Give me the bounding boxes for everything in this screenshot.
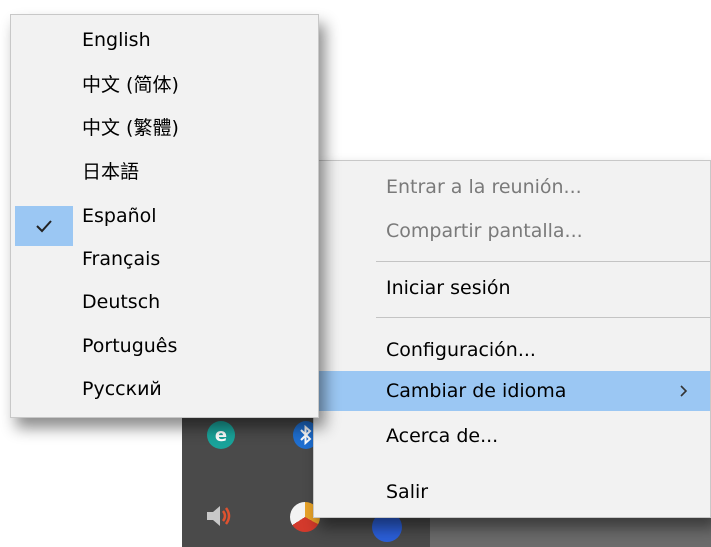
language-label: Français xyxy=(82,248,161,270)
speaker-glyph xyxy=(207,506,231,526)
exit-label: Salir xyxy=(386,481,429,503)
bluetooth-glyph xyxy=(300,425,312,445)
sign-in-item[interactable]: Iniciar sesión xyxy=(314,268,710,308)
chevron-right-icon xyxy=(680,385,688,397)
join-meeting-item: Entrar a la reunión... xyxy=(314,167,710,207)
language-item-japanese[interactable]: 日本語 xyxy=(11,150,318,190)
context-menu: Entrar a la reunión... Compartir pantall… xyxy=(313,160,711,518)
settings-label: Configuración... xyxy=(386,339,536,361)
menu-separator xyxy=(376,261,710,262)
language-item-russian[interactable]: Русский xyxy=(11,369,318,409)
change-language-label: Cambiar de idioma xyxy=(386,380,567,402)
exit-item[interactable]: Salir xyxy=(314,472,710,512)
share-screen-item: Compartir pantalla... xyxy=(314,211,710,251)
language-item-french[interactable]: Français xyxy=(11,239,318,279)
language-label: 中文 (简体) xyxy=(82,73,179,96)
language-item-chinese-traditional[interactable]: 中文 (繁體) xyxy=(11,106,318,146)
language-item-spanish[interactable]: Español xyxy=(11,196,318,236)
language-label: Русский xyxy=(82,378,162,400)
share-screen-label: Compartir pantalla... xyxy=(386,220,583,242)
language-item-english[interactable]: English xyxy=(11,20,318,60)
eset-icon-letter: e xyxy=(214,424,228,446)
language-label: Deutsch xyxy=(82,291,161,313)
settings-item[interactable]: Configuración... xyxy=(314,330,710,370)
language-label: English xyxy=(82,29,151,51)
speaker-icon[interactable] xyxy=(203,500,235,532)
language-label: 中文 (繁體) xyxy=(82,116,179,139)
about-label: Acerca de... xyxy=(386,425,499,447)
language-label: Español xyxy=(82,205,157,227)
change-language-item[interactable]: Cambiar de idioma xyxy=(314,371,710,411)
eset-icon[interactable]: e xyxy=(207,421,235,449)
language-submenu: English 中文 (简体) 中文 (繁體) 日本語 Español Fran… xyxy=(10,14,319,418)
language-item-german[interactable]: Deutsch xyxy=(11,282,318,322)
language-label: Português xyxy=(82,335,178,357)
join-meeting-label: Entrar a la reunión... xyxy=(386,176,582,198)
menu-separator xyxy=(376,317,710,318)
language-label: 日本語 xyxy=(82,160,140,183)
language-item-chinese-simplified[interactable]: 中文 (简体) xyxy=(11,63,318,103)
sign-in-label: Iniciar sesión xyxy=(386,277,511,299)
language-item-portuguese[interactable]: Português xyxy=(11,326,318,366)
about-item[interactable]: Acerca de... xyxy=(314,416,710,456)
